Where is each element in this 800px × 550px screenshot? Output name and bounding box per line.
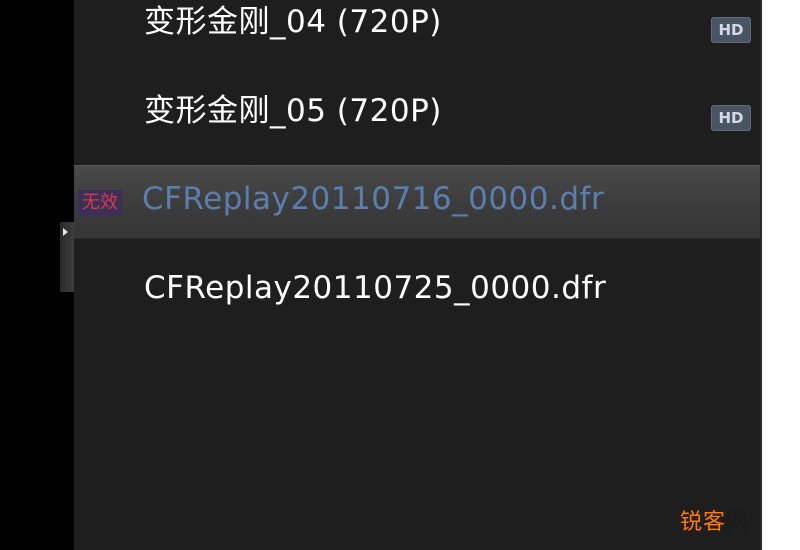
playlist-item[interactable]: CFReplay20110725_0000.dfr <box>74 255 760 329</box>
invalid-status-badge: 无效 <box>78 190 122 216</box>
playlist-item-selected[interactable]: 无效 CFReplay20110716_0000.dfr <box>74 165 760 239</box>
playlist-item-title: CFReplay20110716_0000.dfr <box>142 181 605 217</box>
playlist-item-title: CFReplay20110725_0000.dfr <box>144 270 607 306</box>
hd-badge: HD <box>711 105 751 131</box>
playlist-item-title: 变形金刚_05 (720P) <box>144 93 442 129</box>
triangle-right-icon[interactable] <box>63 228 68 236</box>
playlist-item[interactable]: 变形金刚_05 (720P) HD <box>74 79 760 153</box>
scrollbar-edge <box>760 0 762 550</box>
player-window: 变形金刚_04 (720P) HD 变形金刚_05 (720P) HD 无效 C… <box>0 0 800 550</box>
playlist-item[interactable]: 变形金刚_04 (720P) HD <box>74 0 760 64</box>
site-watermark: 锐客网 <box>680 510 750 535</box>
playlist-item-title: 变形金刚_04 (720P) <box>144 4 442 40</box>
hd-badge: HD <box>711 17 751 43</box>
scrollbar-track[interactable] <box>760 0 800 550</box>
